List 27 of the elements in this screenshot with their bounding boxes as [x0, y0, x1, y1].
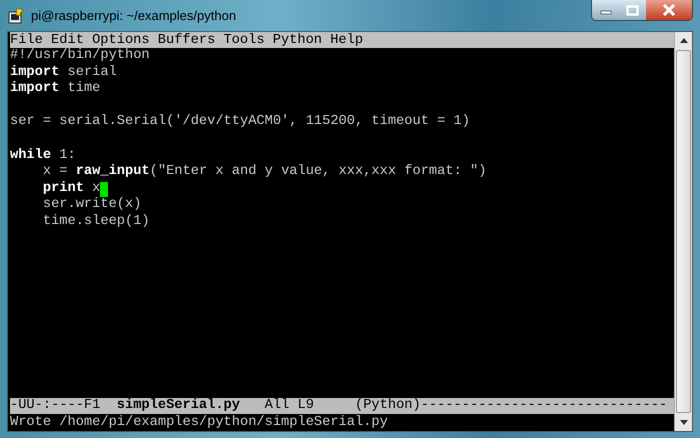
code-line: while 1:	[10, 148, 76, 164]
code-line: time.sleep(1)	[42, 214, 150, 231]
menu-item[interactable]: Options	[92, 32, 150, 48]
menu-item[interactable]: Help	[330, 32, 364, 48]
code-line: import time	[10, 81, 100, 98]
menu-item[interactable]: Tools	[223, 32, 265, 48]
menu-item[interactable]: Python	[272, 32, 322, 48]
echo-area: Wrote /home/pi/examples/python/simpleSerial.py	[10, 414, 674, 431]
maximize-icon	[626, 4, 639, 16]
minimize-button[interactable]	[592, 0, 619, 20]
up-arrow-icon[interactable]	[680, 38, 688, 43]
menu-item[interactable]: Edit	[51, 32, 84, 48]
window-title: pi@raspberrypi: ~/examples/python	[31, 8, 238, 23]
close-button[interactable]	[646, 0, 692, 20]
code-line: print x	[42, 180, 100, 197]
code-line: import serial	[10, 64, 117, 81]
menu-item[interactable]: File	[10, 32, 43, 48]
close-icon	[662, 4, 676, 16]
scrollbar-thumb[interactable]	[676, 50, 691, 413]
code-line: #!/usr/bin/python	[10, 48, 150, 65]
menu-item[interactable]: Buffers	[158, 32, 216, 48]
code-line: x = raw_input("Enter x and y value, xxx,xxx format: ")	[42, 164, 486, 181]
code-line: ser = serial.Serial('/dev/ttyACM0', 115200, timeout = 1)	[10, 114, 470, 131]
terminal-icon	[7, 6, 25, 24]
scrollbar[interactable]	[674, 32, 692, 431]
code-line: ser.write(x)	[42, 197, 142, 214]
down-arrow-icon[interactable]	[680, 420, 688, 425]
